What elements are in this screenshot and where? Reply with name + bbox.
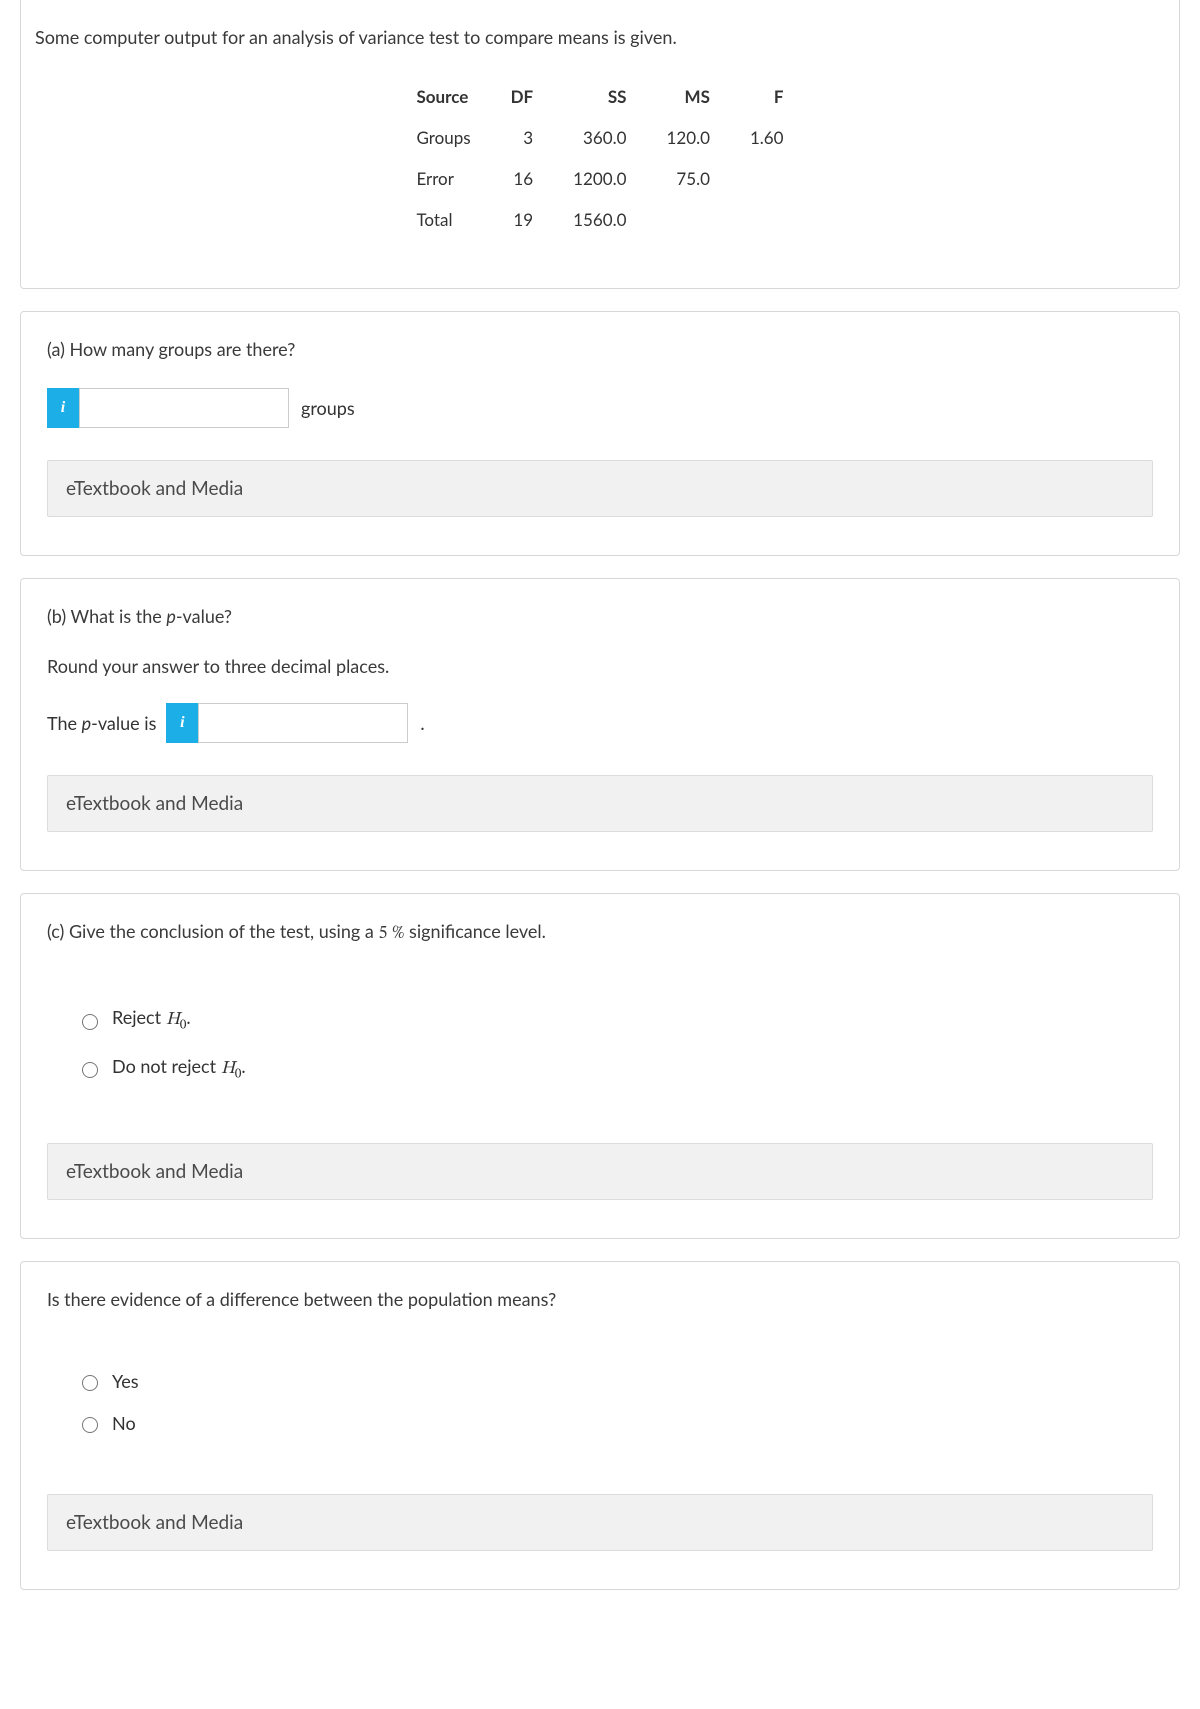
question-d: Is there evidence of a difference betwee… [47,1288,1153,1310]
cell-ms [646,199,729,240]
radio-dont-reject-input[interactable] [82,1062,98,1078]
pvalue-input[interactable] [198,703,408,743]
radio-yes[interactable]: Yes [77,1370,1153,1392]
etextbook-button[interactable]: eTextbook and Media [47,1494,1153,1551]
cell-source: Groups [396,117,490,158]
table-row: Error 16 1200.0 75.0 [396,158,803,199]
groups-input[interactable] [79,388,289,428]
cell-f [730,158,804,199]
info-icon [47,388,79,428]
cell-source: Error [396,158,490,199]
th-f: F [730,76,804,117]
th-source: Source [396,76,490,117]
radio-yes-label: Yes [112,1370,139,1392]
r2-h: H [221,1060,235,1078]
table-row: Total 19 1560.0 [396,199,803,240]
th-df: DF [491,76,554,117]
qc-level: 5 [378,925,387,943]
r1-h: H [166,1011,180,1029]
cell-df: 19 [491,199,554,240]
round-instruction: Round your answer to three decimal place… [47,655,1153,677]
question-c: (c) Give the conclusion of the test, usi… [47,920,1153,946]
qc-after: significance level. [404,920,545,942]
cell-f [730,199,804,240]
card-intro: Some computer output for an analysis of … [20,0,1180,289]
input-group-b [166,703,408,743]
etextbook-button[interactable]: eTextbook and Media [47,1143,1153,1200]
radio-no[interactable]: No [77,1412,1153,1434]
radio-reject-input[interactable] [82,1014,98,1030]
lb-after: -value is [91,712,156,734]
input-group-a [47,388,289,428]
r2-after: . [241,1055,245,1077]
intro-text: Some computer output for an analysis of … [35,26,1165,48]
lb-p: p [82,712,92,734]
input-row-b: The p-value is . [47,703,1153,743]
etextbook-button[interactable]: eTextbook and Media [47,775,1153,832]
card-part-b: (b) What is the p-value? Round your answ… [20,578,1180,871]
lb-before: The [47,712,82,734]
th-ms: MS [646,76,729,117]
question-a: (a) How many groups are there? [47,338,1153,360]
r1-before: Reject [112,1006,166,1028]
th-ss: SS [553,76,646,117]
question-b: (b) What is the p-value? [47,605,1153,627]
r2-before: Do not reject [112,1055,221,1077]
radio-dont-reject[interactable]: Do not reject H0. [77,1055,1153,1084]
radio-dont-reject-label: Do not reject H0. [112,1055,246,1084]
radio-group-d: Yes No [47,1338,1153,1462]
card-part-d: Is there evidence of a difference betwee… [20,1261,1180,1590]
radio-yes-input[interactable] [82,1375,98,1391]
radio-reject[interactable]: Reject H0. [77,1006,1153,1035]
r1-after: . [186,1006,190,1028]
card-part-c: (c) Give the conclusion of the test, usi… [20,893,1180,1239]
qb-after: -value? [176,605,232,627]
cell-source: Total [396,199,490,240]
radio-reject-label: Reject H0. [112,1006,191,1035]
etextbook-button[interactable]: eTextbook and Media [47,460,1153,517]
period-label: . [420,712,424,734]
cell-ss: 1200.0 [553,158,646,199]
info-icon [166,703,198,743]
cell-ms: 75.0 [646,158,729,199]
qb-before: (b) What is the [47,605,166,627]
cell-ss: 1560.0 [553,199,646,240]
radio-no-label: No [112,1412,136,1434]
input-row-a: groups [47,388,1153,428]
card-part-a: (a) How many groups are there? groups eT… [20,311,1180,556]
qc-pct: % [392,925,404,943]
radio-no-input[interactable] [82,1417,98,1433]
cell-ss: 360.0 [553,117,646,158]
cell-ms: 120.0 [646,117,729,158]
cell-f: 1.60 [730,117,804,158]
table-row: Groups 3 360.0 120.0 1.60 [396,117,803,158]
cell-df: 3 [491,117,554,158]
unit-label-groups: groups [301,397,355,419]
anova-table: Source DF SS MS F Groups 3 360.0 120.0 1… [396,76,803,240]
lead-text: The p-value is [47,712,156,734]
qb-p: p [166,605,176,627]
cell-df: 16 [491,158,554,199]
qc-before: (c) Give the conclusion of the test, usi… [47,920,378,942]
radio-group-c: Reject H0. Do not reject H0. [47,974,1153,1111]
